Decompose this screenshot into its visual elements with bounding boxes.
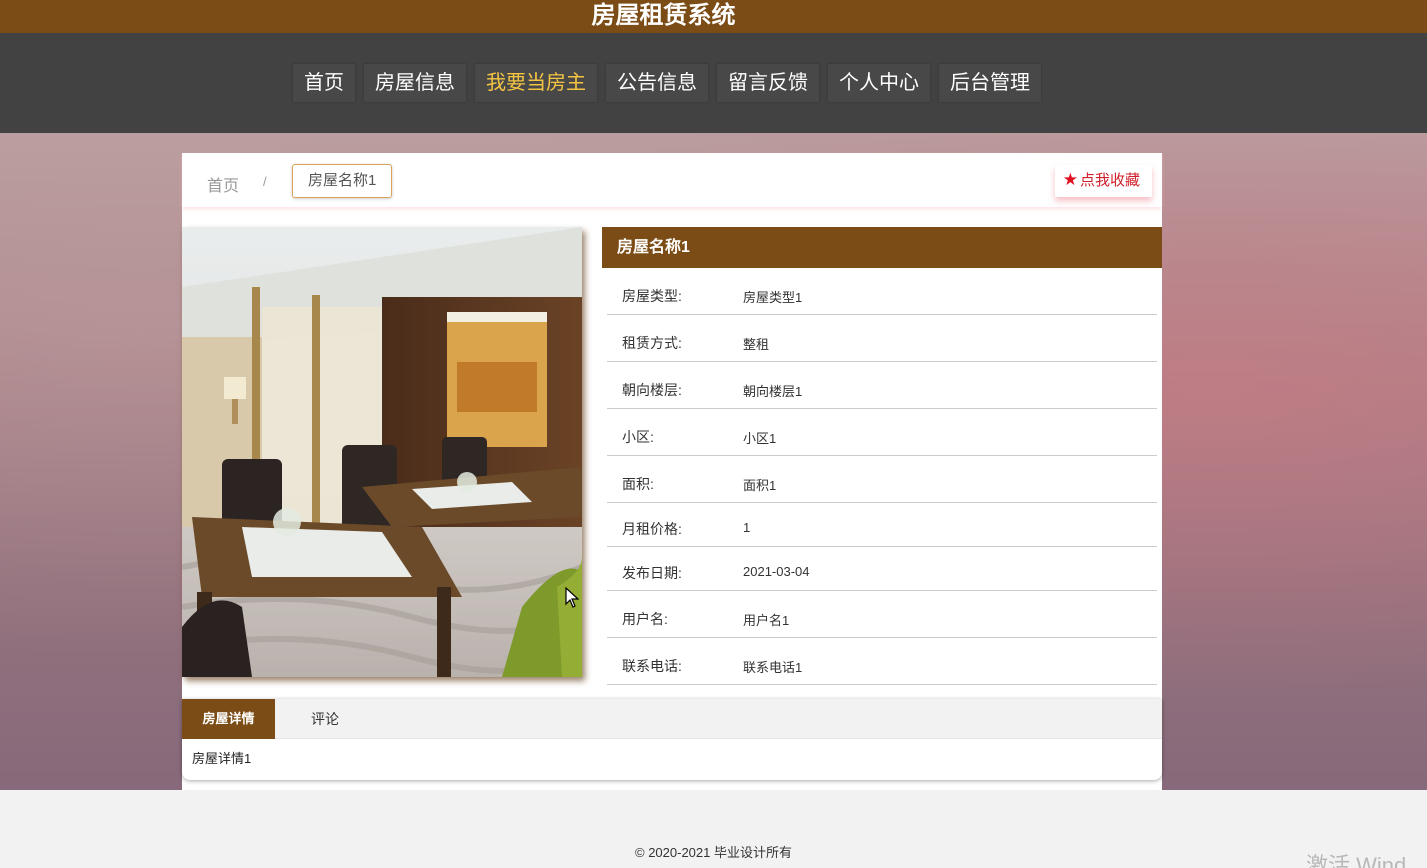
breadcrumb-current: 房屋名称1	[292, 164, 393, 198]
nav-item-become-landlord[interactable]: 我要当房主	[475, 64, 597, 102]
tab-comments[interactable]: 评论	[275, 699, 375, 739]
tab-content: 房屋详情1	[192, 751, 252, 766]
field-value: 小区1	[743, 431, 777, 446]
field-row-type: 房屋类型: 房屋类型1	[607, 268, 1157, 315]
field-label: 朝向楼层:	[622, 382, 682, 398]
field-value: 用户名1	[743, 613, 790, 628]
field-label: 月租价格:	[622, 521, 682, 537]
field-row-publish-date: 发布日期: 2021-03-04	[607, 547, 1157, 591]
field-row-phone: 联系电话: 联系电话1	[607, 638, 1157, 685]
copyright-text: © 2020-2021 毕业设计所有	[635, 845, 792, 860]
field-label: 面积:	[622, 476, 654, 492]
nav-item-profile[interactable]: 个人中心	[828, 64, 930, 102]
field-row-rent-mode: 租赁方式: 整租	[607, 315, 1157, 362]
tab-bar: 房屋详情 评论	[182, 699, 1162, 739]
breadcrumb-home-link[interactable]: 首页	[207, 172, 239, 196]
field-value: 房屋类型1	[743, 290, 803, 305]
nav-item-feedback[interactable]: 留言反馈	[717, 64, 819, 102]
field-value: 1	[743, 520, 751, 535]
tab-house-detail[interactable]: 房屋详情	[182, 699, 275, 739]
field-value: 整租	[743, 337, 770, 352]
detail-panel: 首页 / 房屋名称1 ★ 点我收藏 房屋名称1 房屋类型: 房屋类型1 租赁方式…	[182, 153, 1162, 790]
field-row-orientation-floor: 朝向楼层: 朝向楼层1	[607, 362, 1157, 409]
house-title: 房屋名称1	[602, 227, 1162, 268]
nav-list: 首页 房屋信息 我要当房主 公告信息 留言反馈 个人中心 后台管理	[293, 64, 1050, 102]
main-nav: 首页 房屋信息 我要当房主 公告信息 留言反馈 个人中心 后台管理	[0, 33, 1427, 133]
breadcrumb: 首页 / 房屋名称1 ★ 点我收藏	[182, 153, 1162, 207]
site-title: 房屋租赁系统	[591, 2, 736, 29]
windows-activation-watermark: 激活 Wind	[1306, 853, 1407, 868]
house-info: 房屋名称1 房屋类型: 房屋类型1 租赁方式: 整租 朝向楼层: 朝向楼层1 小…	[602, 227, 1162, 685]
footer: © 2020-2021 毕业设计所有 激活 Wind	[0, 790, 1427, 868]
favorite-button[interactable]: ★ 点我收藏	[1054, 165, 1152, 197]
field-label: 房屋类型:	[622, 288, 682, 304]
nav-item-admin[interactable]: 后台管理	[939, 64, 1041, 102]
field-row-monthly-rent: 月租价格: 1	[607, 503, 1157, 547]
field-label: 小区:	[622, 429, 654, 445]
breadcrumb-separator: /	[263, 174, 267, 189]
field-value: 2021-03-04	[743, 564, 810, 579]
field-label: 联系电话:	[622, 658, 682, 674]
field-label: 租赁方式:	[622, 335, 682, 351]
field-row-username: 用户名: 用户名1	[607, 591, 1157, 638]
field-row-community: 小区: 小区1	[607, 409, 1157, 456]
mouse-cursor-icon	[565, 587, 579, 608]
field-label: 发布日期:	[622, 565, 682, 581]
favorite-label: 点我收藏	[1079, 172, 1140, 189]
nav-item-home[interactable]: 首页	[293, 64, 355, 102]
field-value: 联系电话1	[743, 660, 803, 675]
detail-tabs: 房屋详情 评论 房屋详情1	[182, 699, 1162, 780]
nav-item-houses[interactable]: 房屋信息	[364, 64, 466, 102]
field-value: 朝向楼层1	[743, 384, 803, 399]
field-row-area: 面积: 面积1	[607, 456, 1157, 503]
house-photo	[182, 227, 582, 677]
field-label: 用户名:	[622, 611, 668, 627]
nav-item-notices[interactable]: 公告信息	[606, 64, 708, 102]
top-header: 房屋租赁系统	[0, 0, 1427, 33]
field-value: 面积1	[743, 478, 777, 493]
star-icon: ★	[1062, 170, 1078, 189]
